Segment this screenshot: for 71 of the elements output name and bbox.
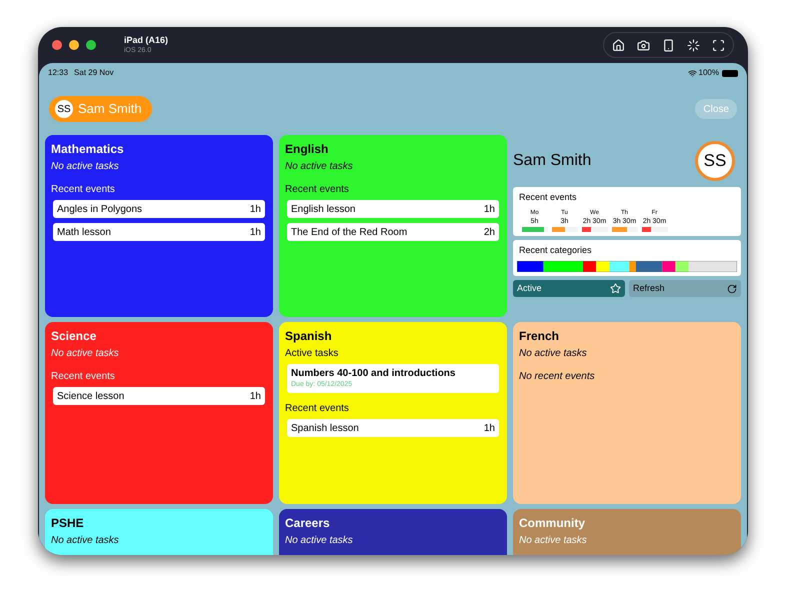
camera-icon[interactable] xyxy=(637,38,650,52)
window-zoom-control[interactable] xyxy=(86,40,96,50)
event-name: Spanish lesson xyxy=(291,422,359,436)
frame-icon[interactable] xyxy=(712,38,725,52)
event-name: Math lesson xyxy=(57,226,111,240)
section-label: Recent events xyxy=(285,183,350,197)
no-tasks-text: No active tasks xyxy=(519,534,588,548)
event-row[interactable]: Math lesson 1h xyxy=(53,223,265,241)
event-duration: 1h xyxy=(484,202,495,216)
card-title: French xyxy=(519,328,560,344)
no-tasks-text: No active tasks xyxy=(285,534,354,548)
card-title: Mathematics xyxy=(51,141,125,157)
section-label: Recent events xyxy=(51,370,116,384)
device-name: iPad (A16) xyxy=(124,35,168,46)
task-title: Numbers 40-100 and introductions xyxy=(291,367,456,380)
profile-name: Sam Smith xyxy=(513,151,592,171)
event-duration: 2h xyxy=(484,226,495,240)
no-tasks-text: No active tasks xyxy=(519,347,588,361)
event-duration: 1h xyxy=(250,226,261,240)
section-label: Recent events xyxy=(285,402,350,416)
subject-card[interactable]: Careers No active tasks xyxy=(279,509,507,555)
no-events-text: No recent events xyxy=(519,370,596,384)
card-title: English xyxy=(285,141,330,157)
event-row[interactable]: Science lesson 1h xyxy=(53,387,265,405)
subject-card[interactable]: Science No active tasks Recent events Science lesson 1h xyxy=(45,322,273,504)
star-icon xyxy=(610,283,621,294)
card-title: Spanish xyxy=(285,328,333,344)
home-icon[interactable] xyxy=(612,38,625,52)
event-row[interactable]: The End of the Red Room 2h xyxy=(287,223,499,241)
no-tasks-text: No active tasks xyxy=(285,160,354,174)
subject-card[interactable]: Mathematics No active tasks Recent events Angles in Polygons 1h Math lesson 1h xyxy=(45,135,273,317)
spinner-icon[interactable] xyxy=(687,38,700,52)
user-chip[interactable]: SS Sam Smith xyxy=(49,96,152,122)
no-tasks-text: No active tasks xyxy=(51,534,120,548)
event-name: The End of the Red Room xyxy=(291,226,408,240)
user-initials: SS xyxy=(55,100,73,118)
wifi-icon xyxy=(688,68,697,78)
user-name: Sam Smith xyxy=(78,100,142,118)
event-name: English lesson xyxy=(291,202,356,216)
event-duration: 1h xyxy=(484,422,495,436)
panel-title: Recent events xyxy=(519,191,578,204)
subject-card[interactable]: French No active tasks No recent events xyxy=(513,322,741,504)
subject-card[interactable]: PSHE No active tasks xyxy=(45,509,273,555)
battery-text: 100% xyxy=(698,67,719,79)
event-row[interactable]: English lesson 1h xyxy=(287,200,499,218)
battery-icon xyxy=(722,70,738,76)
section-label: Recent events xyxy=(51,183,116,197)
event-name: Science lesson xyxy=(57,390,124,404)
section-label: Active tasks xyxy=(285,347,340,361)
refresh-icon xyxy=(727,284,737,294)
active-filter-button[interactable]: Active xyxy=(513,280,625,297)
no-tasks-text: No active tasks xyxy=(51,347,120,361)
card-title: Community xyxy=(519,515,586,531)
status-time: 12:33 xyxy=(48,67,68,79)
event-row[interactable]: Angles in Polygons 1h xyxy=(53,200,265,218)
panel-title: Recent categories xyxy=(518,244,593,257)
window-close-control[interactable] xyxy=(52,40,62,50)
profile-avatar: SS xyxy=(695,141,735,181)
phone-icon[interactable] xyxy=(662,38,675,52)
event-duration: 1h xyxy=(250,390,261,404)
event-duration: 1h xyxy=(250,202,261,216)
event-row[interactable]: Spanish lesson 1h xyxy=(287,419,499,437)
no-tasks-text: No active tasks xyxy=(51,160,120,174)
card-title: PSHE xyxy=(51,515,85,531)
card-title: Science xyxy=(51,328,98,344)
card-title: Careers xyxy=(285,515,331,531)
event-name: Angles in Polygons xyxy=(57,202,142,216)
refresh-button[interactable]: Refresh xyxy=(629,280,741,297)
status-date: Sat 29 Nov xyxy=(74,67,114,79)
subject-card[interactable]: English No active tasks Recent events English lesson 1h The End of the Red Room 2h xyxy=(279,135,507,317)
window-minimize-control[interactable] xyxy=(69,40,79,50)
